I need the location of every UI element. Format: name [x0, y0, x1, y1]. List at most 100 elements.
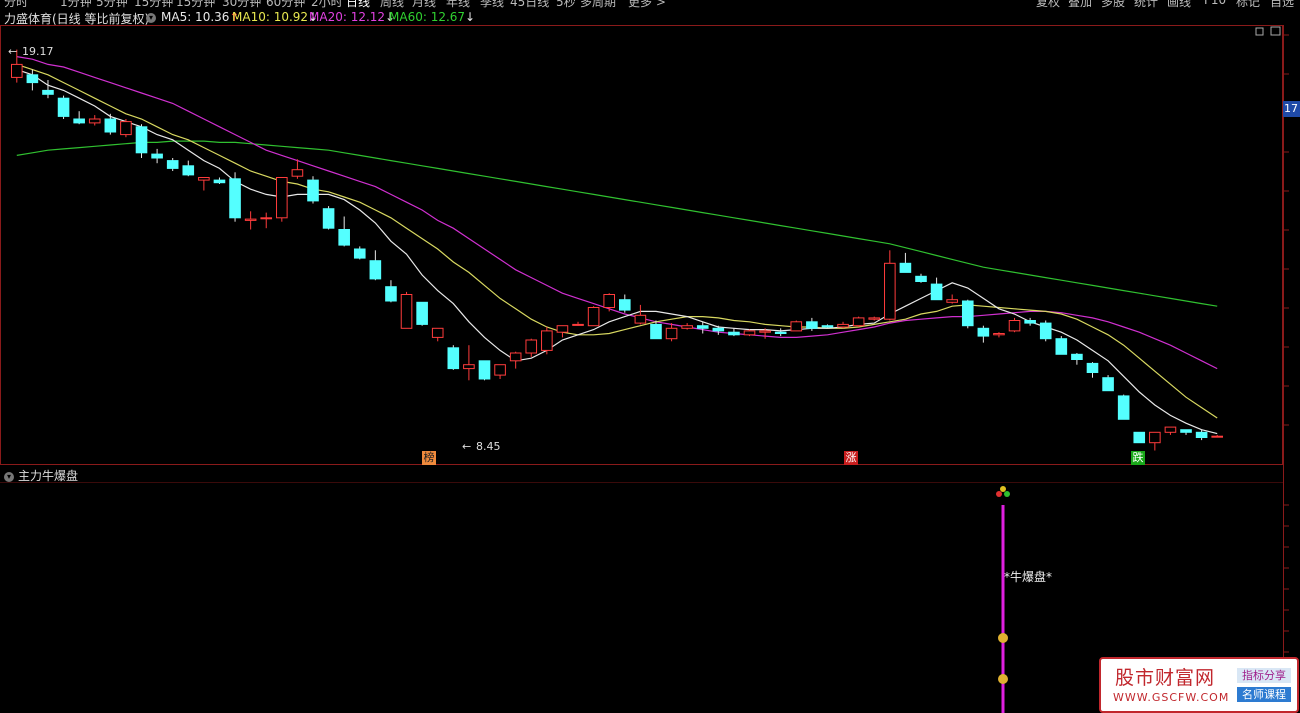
candle-body: [10, 63, 23, 78]
kline-chart: *牛爆盘* ← 19.17 ← 8.45: [0, 25, 1289, 713]
candle-body: [1024, 320, 1036, 324]
logo-tag-course: 名师课程: [1237, 687, 1291, 702]
low-label: 8.45: [476, 440, 501, 453]
candle-body: [338, 229, 350, 246]
candle-body: [244, 218, 257, 221]
candle-body: [868, 317, 881, 320]
candle-body: [135, 126, 148, 154]
candle-body: [88, 118, 101, 124]
candle-body: [961, 300, 974, 327]
logo-tag-share: 指标分享: [1237, 668, 1291, 683]
candle-body: [1211, 435, 1224, 438]
candle-body: [1180, 429, 1192, 433]
logo-url: WWW.GSCFW.COM: [1113, 691, 1230, 704]
candle-body: [104, 118, 117, 133]
money-bag-icon: [998, 633, 1008, 643]
candle-body: [618, 299, 631, 311]
candle-body: [509, 352, 522, 362]
low-arrow: ←: [462, 440, 471, 453]
candle-body: [946, 299, 958, 303]
marker-rank[interactable]: 榜: [422, 451, 436, 465]
candles: [10, 49, 1224, 451]
high-label: 19.17: [22, 45, 54, 58]
candle-body: [1008, 320, 1021, 332]
candle-body: [759, 330, 771, 333]
signal-dot-red: [996, 491, 1002, 497]
ma5-line: [16, 69, 1218, 435]
candle-body: [1149, 431, 1161, 444]
candle-body: [369, 260, 382, 280]
candle-body: [276, 177, 288, 219]
current-price-tag: 17: [1283, 101, 1300, 117]
maximize-icon: [1270, 26, 1281, 36]
candle-body: [852, 317, 865, 327]
candle-body: [182, 165, 195, 176]
candle-body: [899, 262, 912, 273]
candle-body: [400, 294, 413, 329]
candle-body: [431, 327, 444, 338]
candle-body: [930, 283, 943, 301]
logo-main: 股市财富网: [1115, 667, 1216, 689]
candle-body: [821, 325, 834, 328]
candle-body: [353, 248, 366, 259]
candle-body: [541, 330, 553, 351]
signal-label: *牛爆盘*: [1004, 569, 1052, 584]
candle-body: [1086, 362, 1099, 373]
candle-body: [416, 301, 428, 325]
candle-body: [478, 360, 491, 380]
candle-body: [1039, 322, 1052, 340]
high-arrow: ←: [8, 45, 17, 58]
candle-body: [447, 347, 460, 370]
candle-body: [696, 325, 709, 329]
candle-body: [665, 327, 678, 340]
candle-body: [790, 321, 803, 332]
indicator-settings-icon[interactable]: ▾: [4, 471, 14, 482]
candle-body: [307, 179, 319, 202]
candle-body: [1195, 431, 1208, 438]
candle-body: [213, 179, 226, 184]
candle-body: [463, 364, 475, 370]
candle-body: [774, 331, 787, 335]
candle-body: [1133, 431, 1146, 444]
candle-body: [120, 121, 132, 136]
ma20-line: [16, 56, 1218, 370]
candle-body: [229, 178, 241, 219]
window-icon: [1255, 27, 1264, 36]
candle-body: [977, 327, 990, 337]
marker-fall[interactable]: 跌: [1131, 451, 1145, 465]
candle-body: [884, 262, 896, 320]
signal-dot-green: [1004, 491, 1010, 497]
candle-body: [291, 169, 304, 177]
signal-dot-yellow: [1000, 486, 1006, 492]
candle-body: [743, 330, 756, 336]
main-pane-border: [0, 25, 1283, 465]
candle-body: [166, 160, 179, 169]
candle-body: [494, 364, 506, 376]
candle-body: [1164, 426, 1177, 433]
candle-body: [1055, 338, 1068, 355]
watermark-logo: 股市财富网 WWW.GSCFW.COM 指标分享 名师课程: [1099, 657, 1299, 713]
candle-body: [915, 275, 927, 282]
candle-body: [322, 208, 335, 229]
indicator-title: ▾ 主力牛爆盘: [4, 467, 78, 484]
marker-rise[interactable]: 涨: [844, 451, 858, 465]
candle-body: [572, 323, 584, 326]
candle-body: [198, 177, 210, 181]
candle-body: [26, 74, 39, 84]
candle-body: [650, 323, 662, 340]
candle-body: [587, 307, 600, 327]
candle-body: [73, 118, 85, 124]
candle-body: [728, 331, 740, 336]
ma10-line: [16, 63, 1218, 419]
candle-body: [260, 217, 273, 220]
ma60-line: [16, 140, 1218, 307]
candle-body: [525, 339, 538, 354]
candle-body: [634, 314, 647, 324]
candle-body: [837, 323, 849, 328]
candle-body: [1117, 395, 1130, 420]
money-bag-icon: [998, 674, 1008, 684]
ma-lines: [16, 56, 1218, 435]
candle-body: [57, 97, 70, 117]
candle-body: [681, 325, 693, 329]
candle-body: [556, 325, 569, 333]
